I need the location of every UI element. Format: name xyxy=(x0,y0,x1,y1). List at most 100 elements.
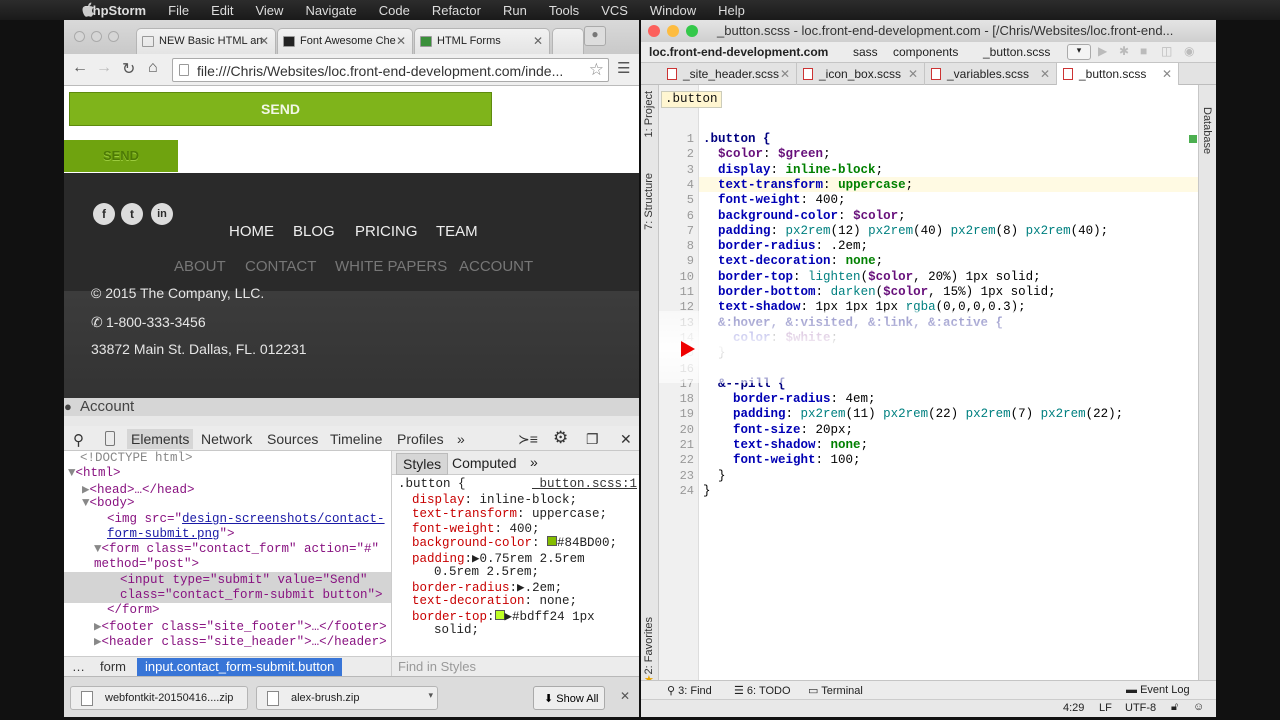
lock-icon[interactable]: 🔓︎ xyxy=(1171,701,1178,714)
more-tabs-chevron-icon[interactable]: » xyxy=(457,431,465,447)
form-node[interactable]: ▼<form class="contact_form" action="#" xyxy=(94,542,379,556)
menu-navigate[interactable]: Navigate xyxy=(305,3,356,18)
download-item[interactable]: webfontkit-20150416....zip xyxy=(70,686,248,710)
menu-window[interactable]: Window xyxy=(650,3,696,18)
tab-timeline[interactable]: Timeline xyxy=(330,431,382,447)
send-pill-button[interactable]: SEND xyxy=(64,140,178,172)
menu-run[interactable]: Run xyxy=(503,3,527,18)
find-in-styles-input[interactable]: Find in Styles xyxy=(391,657,639,677)
nav-pricing-link[interactable]: PRICING xyxy=(355,223,418,240)
file-tab-icon-box[interactable]: _icon_box.scss ✕ xyxy=(797,63,925,85)
crumb-ellipsis[interactable]: … xyxy=(72,659,85,674)
style-rule[interactable]: font-weight: 400; xyxy=(412,522,540,536)
menu-view[interactable]: View xyxy=(255,3,283,18)
menu-edit[interactable]: Edit xyxy=(211,3,233,18)
tab-close-icon[interactable]: ✕ xyxy=(780,67,790,81)
input-node-cont[interactable]: class="contact_form-submit button"> xyxy=(120,588,383,602)
nav-components[interactable]: components xyxy=(893,45,958,59)
tab-profiles[interactable]: Profiles xyxy=(397,431,444,447)
browser-tab-basic-html[interactable]: NEW Basic HTML an ✕ xyxy=(136,28,276,54)
favorites-tool-button[interactable]: 2: Favorites xyxy=(643,617,655,674)
close-devtools-icon[interactable]: ✕ xyxy=(620,431,632,448)
tab-close-icon[interactable]: ✕ xyxy=(1040,67,1050,81)
nav-blog-link[interactable]: BLOG xyxy=(293,223,335,240)
nav-contact-link[interactable]: CONTACT xyxy=(245,258,316,275)
menu-tools[interactable]: Tools xyxy=(549,3,579,18)
zoom-window-button[interactable] xyxy=(686,25,698,37)
nav-team-link[interactable]: TEAM xyxy=(436,223,478,240)
more-panes-chevron-icon[interactable]: » xyxy=(530,454,538,470)
code-line[interactable]: } xyxy=(703,469,726,483)
profile-icon[interactable]: ● xyxy=(584,26,606,46)
line-separator[interactable]: LF xyxy=(1099,702,1112,714)
body-node[interactable]: ▼<body> xyxy=(82,496,135,510)
close-window-button[interactable] xyxy=(74,31,85,42)
browser-tab-html-forms[interactable]: HTML Forms ✕ xyxy=(414,28,550,54)
dropdown-arrow-icon[interactable]: ▾ xyxy=(428,690,433,701)
code-line[interactable]: display: inline-block; xyxy=(703,163,883,177)
nav-home-link[interactable]: HOME xyxy=(229,223,274,240)
file-tab-site-header[interactable]: _site_header.scss ✕ xyxy=(661,63,797,85)
project-tool-button[interactable]: 1: Project xyxy=(643,91,655,137)
doctype-node[interactable]: <!DOCTYPE html> xyxy=(80,451,193,465)
menu-file[interactable]: File xyxy=(168,3,189,18)
linkedin-icon[interactable]: in xyxy=(151,203,173,225)
encoding[interactable]: UTF-8 xyxy=(1125,702,1156,714)
code-line[interactable]: border-bottom: darken($color, 15%) 1px s… xyxy=(703,285,1056,299)
crumb-input-selected[interactable]: input.contact_form-submit.button xyxy=(137,658,343,676)
forward-arrow-icon[interactable]: → xyxy=(96,59,112,77)
tab-elements[interactable]: Elements xyxy=(127,429,194,449)
code-line[interactable]: border-radius: 4em; xyxy=(703,392,876,406)
style-rule[interactable]: padding:▶0.75rem 2.5rem xyxy=(412,550,585,566)
apple-icon[interactable] xyxy=(82,2,96,18)
tab-network[interactable]: Network xyxy=(201,431,252,447)
header-node[interactable]: ▶<header class="site_header">…</header> xyxy=(94,633,387,649)
address-bar[interactable]: file:///Chris/Websites/loc.front-end-dev… xyxy=(172,58,609,82)
download-item[interactable]: alex-brush.zip ▾ xyxy=(256,686,438,710)
run-icon[interactable]: ▶ xyxy=(1098,44,1107,58)
show-all-button[interactable]: ⬇ Show All xyxy=(533,686,605,710)
tab-close-icon[interactable]: ✕ xyxy=(533,34,543,48)
code-line[interactable]: background-color: $color; xyxy=(703,209,906,223)
close-shelf-icon[interactable]: ✕ xyxy=(620,689,630,703)
menu-help[interactable]: Help xyxy=(718,3,745,18)
device-mode-icon[interactable] xyxy=(105,431,115,446)
close-window-button[interactable] xyxy=(648,25,660,37)
code-line[interactable]: font-size: 20px; xyxy=(703,423,853,437)
crumb-form[interactable]: form xyxy=(100,659,126,674)
code-line[interactable]: $color: $green; xyxy=(703,147,831,161)
terminal-tool-button[interactable]: ▭ Terminal xyxy=(808,684,863,697)
minimize-window-button[interactable] xyxy=(667,25,679,37)
img-node-cont[interactable]: form-submit.png"> xyxy=(107,527,235,541)
nav-about-link[interactable]: ABOUT xyxy=(174,258,226,275)
debug-icon[interactable]: ✱ xyxy=(1119,44,1129,58)
stop-icon[interactable]: ■ xyxy=(1140,44,1147,58)
color-swatch[interactable] xyxy=(494,610,505,620)
reload-icon[interactable]: ↻ xyxy=(122,59,135,79)
rule-source-link[interactable]: _button.scss:1 xyxy=(532,477,637,491)
inspect-search-icon[interactable]: ⚲ xyxy=(73,431,84,449)
menu-vcs[interactable]: VCS xyxy=(601,3,628,18)
find-tool-button[interactable]: ⚲ 3: Find xyxy=(667,684,712,697)
style-rule[interactable]: display: inline-block; xyxy=(412,493,577,507)
form-node-cont[interactable]: method="post"> xyxy=(94,557,199,571)
code-line[interactable]: padding: px2rem(11) px2rem(22) px2rem(7)… xyxy=(703,407,1123,421)
nav-file[interactable]: _button.scss xyxy=(983,45,1050,59)
code-line[interactable]: font-weight: 100; xyxy=(703,453,861,467)
tab-computed[interactable]: Computed xyxy=(452,455,517,471)
code-line[interactable]: .button { xyxy=(703,132,771,146)
settings-icon[interactable]: ◉ xyxy=(1184,44,1194,58)
code-line[interactable]: font-weight: 400; xyxy=(703,193,846,207)
menu-code[interactable]: Code xyxy=(379,3,410,18)
tab-styles[interactable]: Styles xyxy=(396,453,449,475)
menu-refactor[interactable]: Refactor xyxy=(432,3,481,18)
code-line[interactable]: } xyxy=(703,484,711,498)
tab-close-icon[interactable]: ✕ xyxy=(1162,67,1172,81)
tab-close-icon[interactable]: ✕ xyxy=(396,34,406,48)
style-rule[interactable]: border-top: ▶#bdff24 1px xyxy=(412,608,595,624)
editor-breadcrumb[interactable]: .button xyxy=(661,91,722,108)
gear-icon[interactable]: ⚙ xyxy=(553,428,568,448)
tab-close-icon[interactable]: ✕ xyxy=(259,34,269,48)
nav-project[interactable]: loc.front-end-development.com xyxy=(649,45,828,59)
code-editor[interactable]: 123456789101112131415161718192021222324 … xyxy=(659,85,1198,680)
